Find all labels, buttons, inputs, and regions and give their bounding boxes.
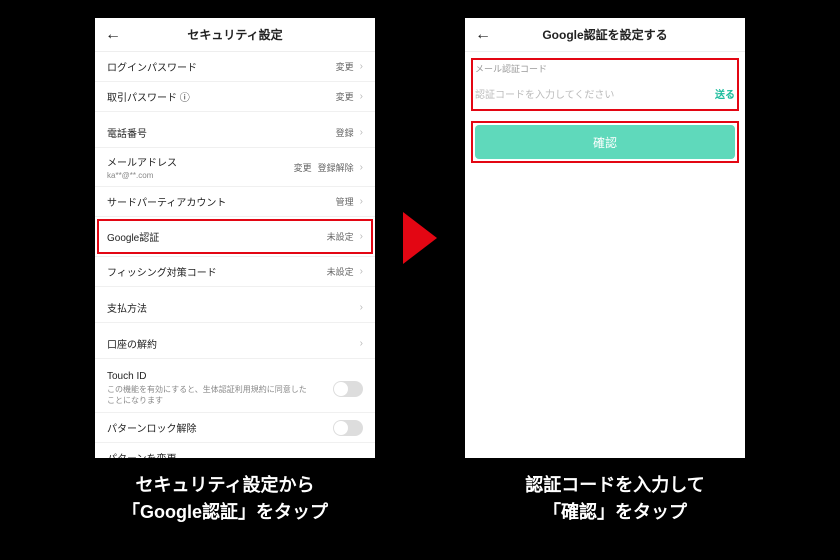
toggle-switch[interactable] bbox=[333, 420, 363, 436]
page-title: セキュリティ設定 bbox=[187, 26, 282, 43]
label: 支払方法 bbox=[107, 300, 147, 315]
label: メールアドレス bbox=[107, 154, 177, 169]
chevron-right-icon: › bbox=[360, 231, 363, 242]
settings-list: ログインパスワード 変更 › 取引パスワード ⓘ 変更 › 電話番号 登録 › メール… bbox=[95, 52, 375, 458]
label: Touch ID bbox=[107, 371, 146, 382]
row-google-auth[interactable]: Google認証 未設定 › bbox=[95, 217, 375, 257]
chevron-right-icon: › bbox=[360, 338, 363, 349]
field-label: メール認証コード bbox=[475, 62, 735, 75]
row-email[interactable]: メールアドレス ka**@**.com 変更 登録解除 › bbox=[95, 148, 375, 187]
header: ← セキュリティ設定 bbox=[95, 18, 375, 52]
google-auth-setup-screen: ← Google認証を設定する メール認証コード 認証コードを入力してください … bbox=[465, 18, 745, 458]
chevron-right-icon: › bbox=[360, 127, 363, 138]
security-settings-screen: ← セキュリティ設定 ログインパスワード 変更 › 取引パスワード ⓘ 変更 › 電… bbox=[95, 18, 375, 458]
chevron-right-icon: › bbox=[360, 196, 363, 207]
action-unregister: 登録解除 bbox=[318, 161, 354, 174]
chevron-right-icon: › bbox=[360, 302, 363, 313]
row-payment[interactable]: 支払方法 › bbox=[95, 293, 375, 323]
caption-right: 認証コードを入力して 「確認」をタップ bbox=[455, 472, 775, 526]
row-phone[interactable]: 電話番号 登録 › bbox=[95, 118, 375, 148]
back-arrow-icon[interactable]: ← bbox=[105, 27, 121, 43]
action: 登録 bbox=[336, 126, 354, 139]
label: 口座の解約 bbox=[107, 336, 157, 351]
arrow-right-icon bbox=[403, 212, 437, 264]
label: Google認証 bbox=[107, 229, 159, 244]
confirm-label: 確認 bbox=[593, 134, 617, 151]
label: ログインパスワード bbox=[107, 59, 197, 74]
confirm-button[interactable]: 確認 bbox=[475, 125, 735, 159]
caption-left: セキュリティ設定から 「Google認証」をタップ bbox=[65, 472, 385, 526]
row-pattern-unlock[interactable]: パターンロック解除 bbox=[95, 413, 375, 443]
action: 未設定 bbox=[327, 265, 354, 278]
page-title: Google認証を設定する bbox=[542, 26, 667, 43]
chevron-right-icon: › bbox=[360, 91, 363, 102]
row-trade-password[interactable]: 取引パスワード ⓘ 変更 › bbox=[95, 82, 375, 112]
action: 変更 bbox=[336, 60, 354, 73]
email-value: ka**@**.com bbox=[107, 171, 153, 180]
chevron-right-icon: › bbox=[360, 61, 363, 72]
label: 電話番号 bbox=[107, 125, 147, 140]
code-input-row[interactable]: 認証コードを入力してください 送る bbox=[475, 79, 735, 107]
label: サードパーティアカウント bbox=[107, 194, 226, 209]
action-change: 変更 bbox=[294, 161, 312, 174]
label: パターンを変更 bbox=[107, 450, 177, 458]
label: フィッシング対策コード bbox=[107, 264, 217, 279]
label: パターンロック解除 bbox=[107, 420, 197, 435]
row-phishing[interactable]: フィッシング対策コード 未設定 › bbox=[95, 257, 375, 287]
code-input[interactable]: 認証コードを入力してください bbox=[475, 86, 614, 101]
row-close-account[interactable]: 口座の解約 › bbox=[95, 329, 375, 359]
stage: ← セキュリティ設定 ログインパスワード 変更 › 取引パスワード ⓘ 変更 › 電… bbox=[0, 0, 840, 458]
captions: セキュリティ設定から 「Google認証」をタップ 認証コードを入力して 「確認… bbox=[0, 458, 840, 526]
row-login-password[interactable]: ログインパスワード 変更 › bbox=[95, 52, 375, 82]
chevron-right-icon: › bbox=[360, 266, 363, 277]
label: 取引パスワード ⓘ bbox=[107, 89, 190, 104]
action: 管理 bbox=[336, 195, 354, 208]
touchid-note: この機能を有効にすると、生体認証利用規約に同意したことになります bbox=[107, 384, 307, 406]
verification-code-field: メール認証コード 認証コードを入力してください 送る bbox=[475, 62, 735, 107]
send-button[interactable]: 送る bbox=[715, 86, 735, 101]
toggle-switch[interactable] bbox=[333, 381, 363, 397]
action: 変更 bbox=[336, 90, 354, 103]
back-arrow-icon[interactable]: ← bbox=[475, 27, 491, 43]
action: 未設定 bbox=[327, 230, 354, 243]
row-touch-id[interactable]: Touch ID この機能を有効にすると、生体認証利用規約に同意したことになりま… bbox=[95, 365, 375, 413]
header: ← Google認証を設定する bbox=[465, 18, 745, 52]
flow-arrow bbox=[403, 18, 437, 458]
row-thirdparty[interactable]: サードパーティアカウント 管理 › bbox=[95, 187, 375, 217]
row-pattern-change[interactable]: パターンを変更 bbox=[95, 443, 375, 458]
chevron-right-icon: › bbox=[360, 162, 363, 173]
